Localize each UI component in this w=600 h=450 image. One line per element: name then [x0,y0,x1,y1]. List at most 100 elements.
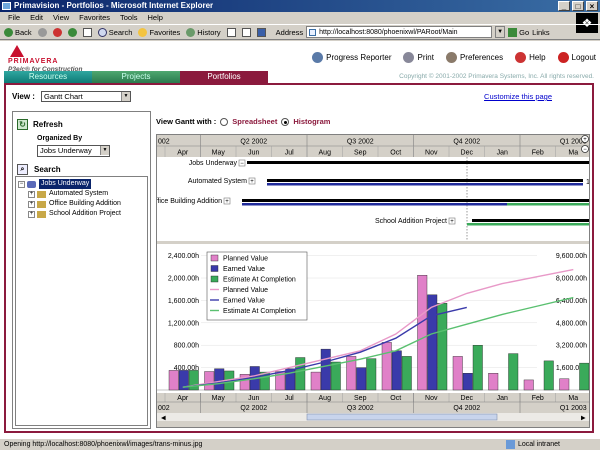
address-dropdown-button[interactable]: ▼ [495,26,506,38]
expand-icon[interactable]: + [28,190,35,198]
histogram-bar[interactable] [472,344,483,391]
month-label: Nov [425,395,438,402]
menu-tools[interactable]: Tools [120,12,138,24]
magnifier-icon [97,27,107,37]
zone-label: Local intranet [517,441,560,448]
forward-button[interactable] [37,27,47,37]
expand-icon[interactable]: + [28,200,35,208]
histogram-bar[interactable] [214,368,225,391]
scrollbar-thumb[interactable] [306,413,498,421]
histogram-option-label[interactable]: Histogram [293,117,330,126]
spreadsheet-option-label[interactable]: Spreadsheet [232,117,277,126]
left-axis-tick: 1,200.00h [168,320,199,327]
tree-item-school-addition[interactable]: + School Addition Project [16,209,147,219]
logout-link[interactable]: Logout [557,52,596,63]
histogram-bar[interactable] [508,353,519,391]
planned-bar[interactable] [267,179,583,182]
tree-item-automated-system[interactable]: + Automated System [16,189,147,199]
customize-page-link[interactable]: Customize this page [484,92,552,101]
collapse-icon[interactable]: − [18,180,25,188]
histogram-legend: Planned Value Earned Value Estimate At Com… [206,251,308,321]
view-gantt-label: View Gantt with : [156,117,217,126]
estimate-bar[interactable] [467,223,589,226]
menu-file[interactable]: File [8,12,20,24]
maximize-button[interactable]: □ [572,1,584,11]
edit-button[interactable] [256,27,266,37]
left-axis-tick: 800.00h [174,343,199,350]
horizontal-scrollbar[interactable]: ◀ ▶ [157,413,589,422]
splitter-bar[interactable] [157,241,589,244]
planned-bar[interactable] [472,219,589,222]
search-button[interactable]: Search [97,27,132,37]
histogram-bar[interactable] [417,274,428,391]
help-link[interactable]: Help [515,52,546,63]
menu-favorites[interactable]: Favorites [79,12,110,24]
menu-view[interactable]: View [53,12,69,24]
progress-reporter-link[interactable]: Progress Reporter [312,52,391,63]
tree-root[interactable]: − Jobs Underway [16,179,147,189]
tab-resources[interactable]: Resources [4,71,92,83]
minimize-button[interactable]: _ [558,1,570,11]
histogram-bar[interactable] [168,370,179,391]
back-button[interactable]: Back [4,27,32,37]
histogram-bar[interactable] [462,372,473,391]
menu-edit[interactable]: Edit [30,12,43,24]
histogram-bar[interactable] [559,378,570,391]
estimate-bar[interactable] [507,203,589,206]
legend-swatch [210,265,219,272]
histogram-bar[interactable] [320,348,331,391]
planned-bar[interactable] [242,199,589,202]
tab-projects[interactable]: Projects [92,71,180,83]
histogram-bar[interactable] [523,379,534,391]
histogram-bar[interactable] [452,356,463,391]
histogram-bar[interactable] [543,360,554,391]
earned-bar[interactable] [242,203,507,206]
history-button[interactable]: History [186,27,221,37]
histogram-bar[interactable] [391,350,402,391]
primavera-logo-icon [10,45,24,57]
zoom-out-icon: − [583,147,587,153]
histogram-bar[interactable] [366,358,377,391]
histogram-bar[interactable] [381,342,392,391]
tab-portfolios[interactable]: Portfolios [180,71,268,83]
planned-bar[interactable] [247,161,589,164]
radio-spreadsheet[interactable] [220,117,229,126]
home-button[interactable] [82,27,92,37]
go-button[interactable]: Go [508,27,529,37]
histogram-bar[interactable] [401,356,412,391]
print-browser-button[interactable] [241,27,251,37]
printer-icon [241,27,251,37]
portfolio-tree: − Jobs Underway + Automated System + Off… [15,176,148,426]
histogram-bar[interactable] [330,361,341,391]
refresh-button[interactable]: ↻ Refresh [17,119,63,130]
scroll-left-arrow-icon[interactable]: ◀ [161,416,166,422]
histogram-bar[interactable] [437,302,448,391]
earned-bar[interactable] [267,183,583,186]
print-link[interactable]: Print [403,52,434,63]
address-input[interactable]: http://localhost:8080/phoenixwl/PARoot/M… [306,26,493,38]
scroll-right-arrow-icon[interactable]: ▶ [581,416,586,422]
web-page: PRIMAVERA P3e/c® for Construction Progre… [0,41,600,438]
histogram-bar[interactable] [204,371,215,391]
expand-icon[interactable]: + [28,210,35,218]
preferences-link[interactable]: Preferences [445,52,503,63]
refresh-browser-button[interactable] [67,27,77,37]
links-button[interactable]: Links [532,28,550,37]
histogram-bar[interactable] [310,371,321,391]
tree-item-office-building[interactable]: + Office Building Addition [16,199,147,209]
view-select[interactable]: Gantt Chart ▼ [40,91,131,102]
search-button[interactable]: ⌕ Search [17,164,61,175]
histogram-bar[interactable] [295,357,306,391]
quarter-label: Q2 2002 [240,139,267,146]
close-window-button[interactable]: × [586,1,598,11]
stop-button[interactable] [52,27,62,37]
histogram-bar[interactable] [579,362,590,391]
month-label: Ma [568,395,578,402]
menu-help[interactable]: Help [148,12,163,24]
organized-by-select[interactable]: Jobs Underway ▼ [37,145,110,157]
mail-button[interactable] [226,27,236,37]
favorites-button[interactable]: Favorites [138,27,180,37]
histogram-bar[interactable] [488,372,499,391]
radio-histogram[interactable] [281,117,290,126]
histogram-bar[interactable] [356,367,367,391]
